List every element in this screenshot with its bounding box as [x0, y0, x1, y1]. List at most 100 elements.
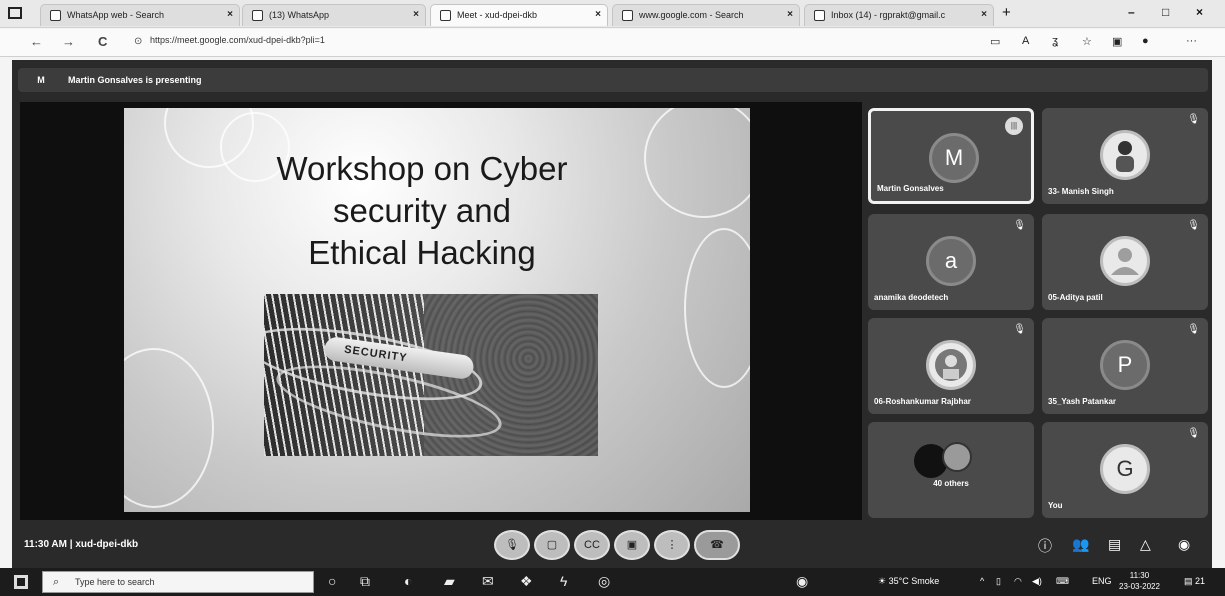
presenting-text: Martin Gonsalves is presenting [68, 75, 202, 85]
leave-call-button[interactable]: ☎ [694, 530, 740, 560]
reload-button[interactable]: C [98, 34, 107, 49]
participant-name: Martin Gonsalves [877, 184, 944, 193]
clock-date: 23-03-2022 [1119, 582, 1160, 591]
avatar-photo [926, 340, 976, 390]
edge-icon[interactable]: ◐ [404, 573, 412, 589]
system-clock[interactable]: 11:30 23-03-2022 [1119, 570, 1160, 592]
present-button[interactable]: ▣ [614, 530, 650, 560]
gmail-icon [814, 10, 825, 21]
browser-tab-bar: WhatsApp web - Search × (13) WhatsApp × … [0, 0, 1225, 28]
chat-icon[interactable]: ▤ [1108, 536, 1121, 553]
more-menu-icon[interactable]: ··· [1186, 35, 1197, 47]
participant-tile[interactable]: P 🎙 35_Yash Patankar [1042, 318, 1208, 414]
tab-whatsapp[interactable]: (13) WhatsApp × [242, 4, 426, 26]
meeting-info: 11:30 AM | xud-dpei-dkb [24, 539, 138, 550]
mail-icon[interactable]: ✉ [482, 573, 494, 590]
tab-label: www.google.com - Search [639, 10, 744, 20]
tab-preview-icon[interactable]: ▭ [990, 35, 1000, 48]
activities-icon[interactable]: △ [1140, 536, 1151, 553]
language-indicator[interactable]: ENG [1092, 576, 1112, 586]
tab-meet[interactable]: Meet - xud-dpei-dkb × [430, 4, 608, 26]
close-tab-icon[interactable]: × [981, 5, 987, 25]
participant-tile[interactable]: 🎙 05-Aditya patil [1042, 214, 1208, 310]
keyboard-icon[interactable]: ⌨ [1056, 576, 1069, 587]
mic-off-icon: 🎙 [1013, 220, 1026, 231]
mic-toggle-button[interactable]: 🎙 [494, 530, 530, 560]
participant-tile[interactable]: M ||| Martin Gonsalves [868, 108, 1034, 204]
favorite-star-icon[interactable]: ☆ [1082, 35, 1092, 48]
weather-text: 35°C Smoke [888, 576, 940, 586]
tab-gmail-inbox[interactable]: Inbox (14) - rgprakt@gmail.c × [804, 4, 994, 26]
more-options-button[interactable]: ⋮ [654, 530, 690, 560]
windows-taskbar: ⌕ Type here to search ○ ⧉ ◐ ▰ ✉ ❖ ϟ ◎ ◉ … [0, 568, 1225, 596]
participant-name: anamika deodetech [874, 293, 949, 302]
battery-icon[interactable]: ▯ [996, 576, 1001, 587]
show-hidden-icons[interactable]: ^ [980, 576, 984, 586]
dropbox-icon[interactable]: ❖ [520, 573, 533, 590]
close-tab-icon[interactable]: × [595, 5, 601, 25]
mic-off-icon: 🎙 [1187, 428, 1200, 439]
close-tab-icon[interactable]: × [227, 5, 233, 25]
close-tab-icon[interactable]: × [413, 5, 419, 25]
participant-name: 06-Roshankumar Rajbhar [874, 397, 971, 406]
present-icon: M [37, 75, 45, 85]
meet-icon [440, 10, 451, 21]
bing-icon [622, 10, 633, 21]
new-tab-button[interactable]: + [1002, 4, 1011, 21]
maximize-button[interactable]: □ [1162, 5, 1169, 19]
meet-window: M Martin Gonsalves is presenting Worksho… [12, 60, 1212, 568]
search-icon: ⌕ [53, 576, 60, 588]
mic-off-icon: 🎙 [1187, 324, 1200, 335]
others-tile[interactable]: 40 others [868, 422, 1034, 518]
camera-toggle-button[interactable]: ▢ [534, 530, 570, 560]
forward-button[interactable]: → [62, 34, 75, 49]
speaking-indicator-icon: ||| [1005, 117, 1023, 135]
participant-name: 33- Manish Singh [1048, 187, 1114, 196]
cortana-icon[interactable]: ○ [328, 573, 336, 589]
notification-count: 21 [1195, 576, 1206, 586]
task-view-icon[interactable]: ⧉ [360, 573, 370, 590]
taskbar-search[interactable]: ⌕ Type here to search [42, 571, 314, 593]
notification-icon: ▤ [1184, 576, 1193, 586]
avatar: a [926, 236, 976, 286]
participant-name: 05-Aditya patil [1048, 293, 1103, 302]
tab-whatsapp-search[interactable]: WhatsApp web - Search × [40, 4, 240, 26]
back-button[interactable]: ← [30, 34, 43, 49]
close-window-button[interactable]: × [1196, 5, 1203, 19]
presentation-slide: Workshop on Cyber security and Ethical H… [124, 108, 750, 512]
chrome-icon[interactable]: ◎ [598, 573, 610, 590]
meeting-details-icon[interactable]: ⓘ [1038, 536, 1052, 556]
pinned-app-icon[interactable]: ◉ [796, 573, 808, 590]
start-button[interactable] [14, 575, 28, 589]
url-field[interactable]: https://meet.google.com/xud-dpei-dkb?pli… [150, 35, 325, 45]
tab-actions-icon[interactable] [8, 7, 22, 19]
minimize-button[interactable]: – [1128, 5, 1135, 19]
self-tile[interactable]: G 🎙 You [1042, 422, 1208, 518]
read-aloud-icon[interactable]: A [1022, 35, 1029, 47]
notification-center[interactable]: ▤ 21 [1184, 576, 1205, 587]
participant-tile[interactable]: 🎙 06-Roshankumar Rajbhar [868, 318, 1034, 414]
participant-tile[interactable]: 🎙 33- Manish Singh [1042, 108, 1208, 204]
avatar: P [1100, 340, 1150, 390]
captions-button[interactable]: CC [574, 530, 610, 560]
close-tab-icon[interactable]: × [787, 5, 793, 25]
app-icon[interactable]: ϟ [560, 573, 567, 589]
collections-icon[interactable]: ▣ [1112, 35, 1122, 48]
decorative-swirl [644, 108, 750, 218]
host-controls-icon[interactable]: ◉ [1178, 536, 1190, 553]
tab-google-search[interactable]: www.google.com - Search × [612, 4, 800, 26]
translate-icon[interactable]: ʓ [1052, 35, 1058, 47]
lock-icon[interactable]: ⊙ [134, 36, 142, 47]
avatar-photo [1100, 130, 1150, 180]
profile-icon[interactable]: ● [1142, 35, 1149, 47]
slide-title: Workshop on Cyber security and Ethical H… [222, 148, 622, 274]
volume-icon[interactable]: ◀) [1032, 576, 1042, 587]
people-icon[interactable]: 👥 [1072, 536, 1089, 553]
participant-tile[interactable]: a 🎙 anamika deodetech [868, 214, 1034, 310]
file-explorer-icon[interactable]: ▰ [444, 573, 455, 590]
avatar: M [929, 133, 979, 183]
security-image: SECURITY [264, 294, 598, 456]
weather-widget[interactable]: ☀ 35°C Smoke [878, 576, 939, 587]
network-icon[interactable]: ◠ [1014, 576, 1022, 587]
slide-title-line: Workshop on Cyber [276, 150, 568, 187]
